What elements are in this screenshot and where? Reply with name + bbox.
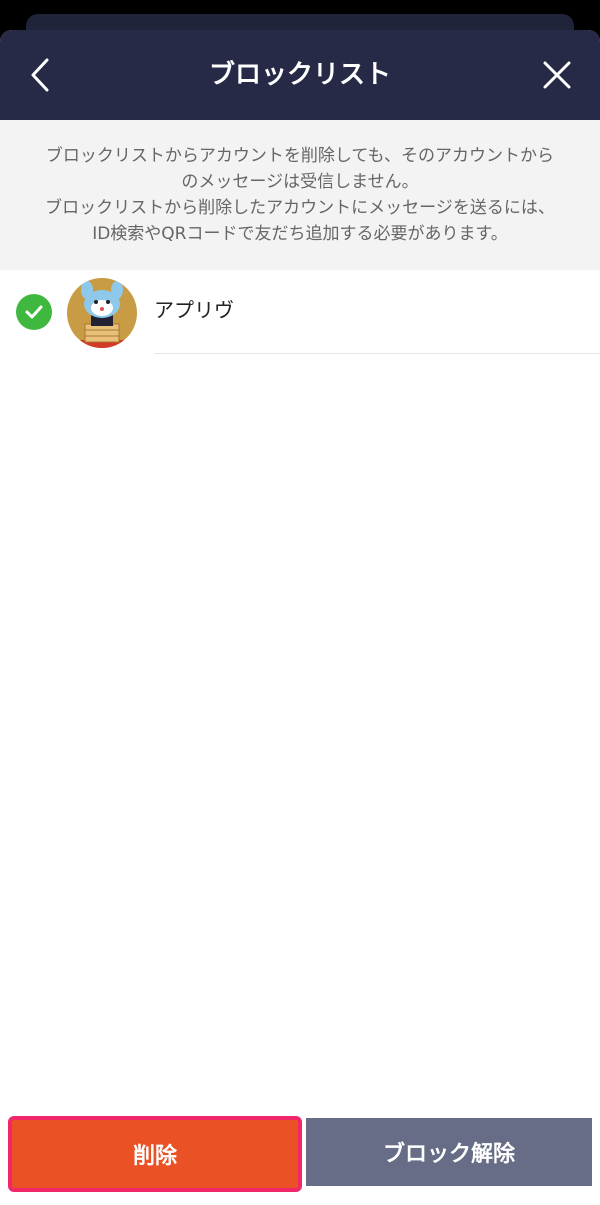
block-list-sheet: ブロックリスト ブロックリストからアカウントを削除しても、そのアカウントから の…: [0, 30, 600, 1205]
list-item[interactable]: アプリヴ: [0, 270, 600, 354]
chevron-left-icon: [31, 58, 49, 92]
notice-line: ブロックリストからアカウントを削除しても、そのアカウントから: [45, 146, 555, 166]
back-button[interactable]: [18, 50, 62, 100]
notice-line: ブロックリストから削除したアカウントにメッセージを送るには、: [45, 198, 555, 218]
checkmark-icon: [25, 305, 43, 319]
footer-actions: 削除 ブロック解除: [0, 1105, 600, 1205]
notice-text: ブロックリストからアカウントを削除しても、そのアカウントから のメッセージは受信…: [20, 143, 580, 247]
delete-button[interactable]: 削除: [8, 1116, 302, 1192]
close-icon: [543, 61, 571, 89]
page-title: ブロックリスト: [208, 60, 391, 90]
mascot-avatar-icon: [67, 278, 137, 348]
contact-name: アプリヴ: [154, 298, 234, 322]
notice-panel: ブロックリストからアカウントを削除しても、そのアカウントから のメッセージは受信…: [0, 120, 600, 270]
unblock-button[interactable]: ブロック解除: [306, 1118, 592, 1186]
notice-line: ID検索やQRコードで友だち追加する必要があります。: [92, 224, 508, 244]
notice-line: のメッセージは受信しません。: [181, 172, 419, 192]
divider: [154, 353, 600, 354]
avatar: [67, 278, 137, 348]
screen: ブロックリスト ブロックリストからアカウントを削除しても、そのアカウントから の…: [0, 0, 600, 1205]
check-circle-icon[interactable]: [16, 294, 52, 330]
close-button[interactable]: [532, 50, 582, 100]
header-bar: ブロックリスト: [0, 30, 600, 120]
